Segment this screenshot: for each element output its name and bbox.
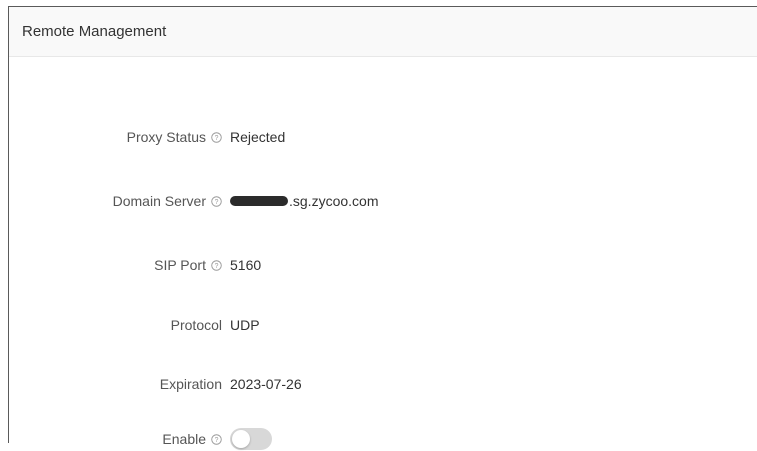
- enable-row: Enable ?: [9, 427, 749, 451]
- panel-header: Remote Management: [9, 7, 757, 57]
- protocol-value: UDP: [230, 317, 260, 333]
- question-circle-icon[interactable]: ?: [210, 433, 222, 445]
- redaction-mask: [230, 196, 288, 206]
- domain-server-value: .sg.zycoo.com: [230, 193, 378, 209]
- remote-management-panel: Remote Management Proxy Status ? Rejecte…: [8, 6, 757, 450]
- svg-text:?: ?: [214, 436, 218, 443]
- domain-server-label: Domain Server: [112, 193, 206, 209]
- sip-port-value: 5160: [230, 257, 262, 273]
- question-circle-icon[interactable]: ?: [210, 195, 222, 207]
- protocol-label-cell: Protocol: [9, 317, 230, 333]
- svg-text:?: ?: [214, 134, 218, 141]
- sip-port-label-cell: SIP Port ?: [9, 257, 230, 273]
- proxy-status-value: Rejected: [230, 129, 286, 145]
- expiration-label: Expiration: [159, 376, 222, 392]
- expiration-value: 2023-07-26: [230, 376, 302, 392]
- proxy-status-row: Proxy Status ? Rejected: [9, 125, 749, 149]
- enable-toggle[interactable]: [230, 428, 272, 450]
- domain-server-row: Domain Server ? .sg.zycoo.com: [9, 189, 749, 213]
- enable-label: Enable: [162, 431, 206, 447]
- svg-text:?: ?: [214, 262, 218, 269]
- domain-server-label-cell: Domain Server ?: [9, 193, 230, 209]
- enable-label-cell: Enable ?: [9, 431, 230, 447]
- question-circle-icon[interactable]: ?: [210, 131, 222, 143]
- proxy-status-label: Proxy Status: [126, 129, 206, 145]
- sip-port-row: SIP Port ? 5160: [9, 253, 749, 277]
- expiration-row: Expiration 2023-07-26: [9, 372, 749, 396]
- protocol-row: Protocol UDP: [9, 313, 749, 337]
- panel-title: Remote Management: [22, 23, 167, 40]
- proxy-status-label-cell: Proxy Status ?: [9, 129, 230, 145]
- enable-value: [230, 428, 272, 450]
- svg-text:?: ?: [214, 198, 218, 205]
- question-circle-icon[interactable]: ?: [210, 259, 222, 271]
- sip-port-label: SIP Port: [154, 257, 206, 273]
- toggle-knob: [232, 430, 250, 448]
- domain-server-suffix: .sg.zycoo.com: [289, 193, 379, 209]
- protocol-label: Protocol: [170, 317, 222, 333]
- expiration-label-cell: Expiration: [9, 376, 230, 392]
